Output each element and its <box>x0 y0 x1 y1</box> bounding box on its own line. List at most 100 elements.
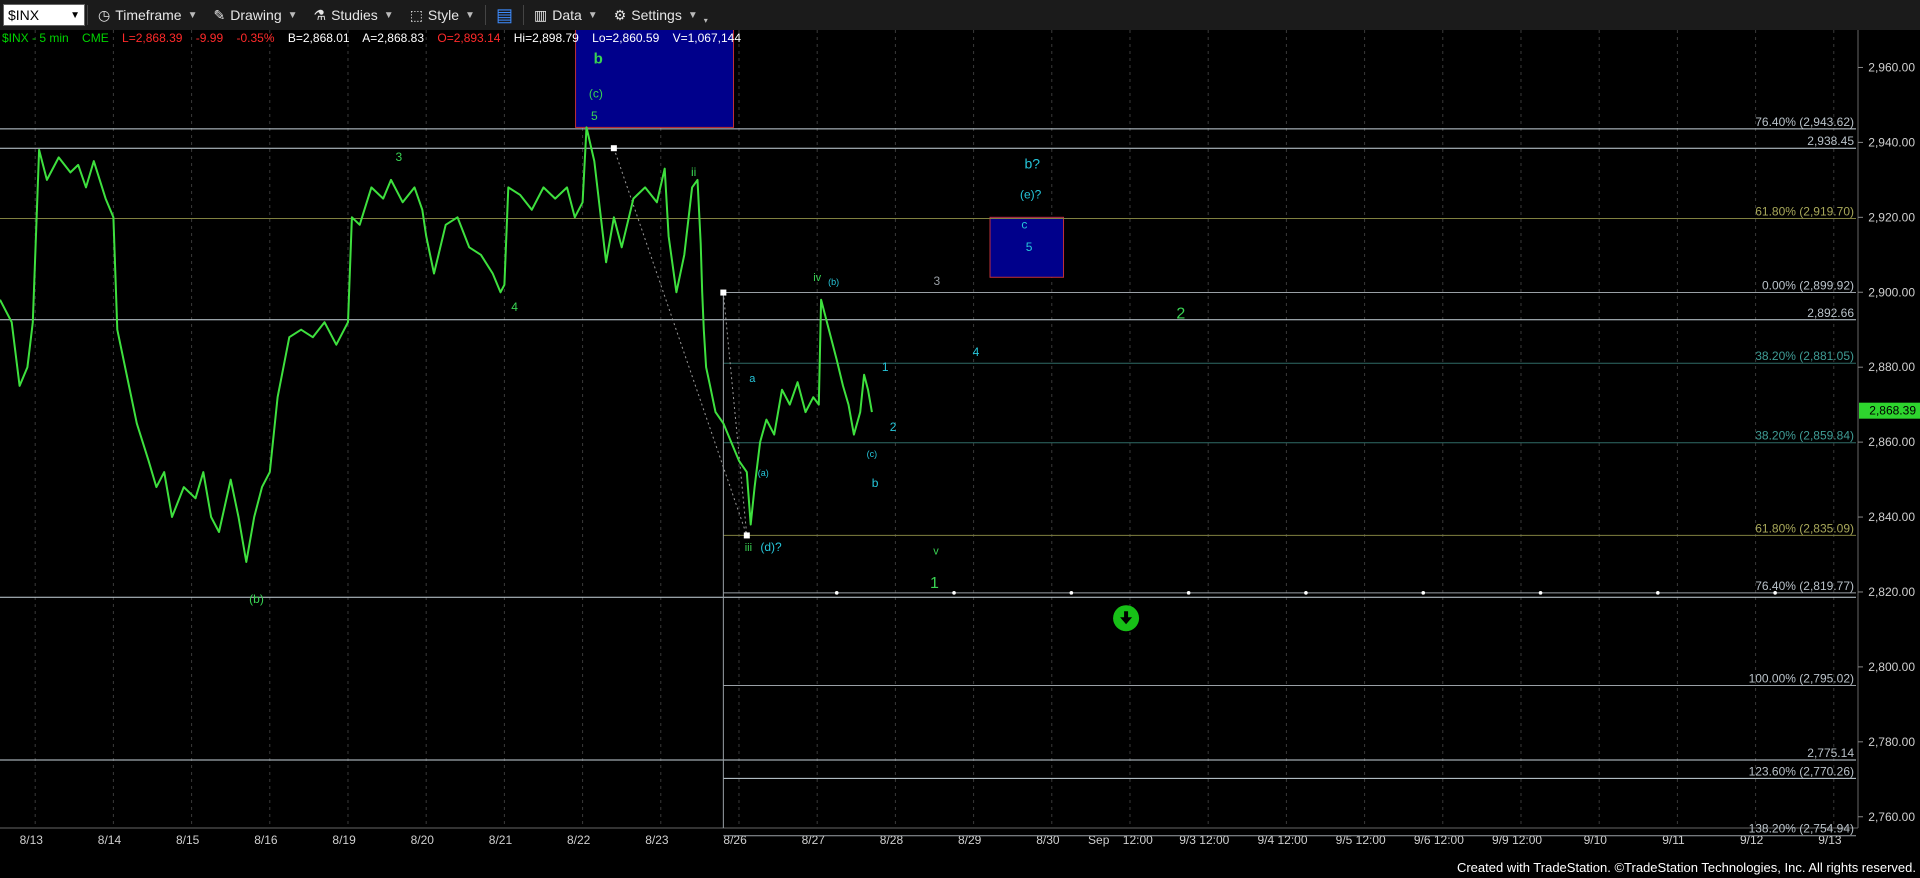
copyright-footer: Created with TradeStation. ©TradeStation… <box>1456 860 1916 875</box>
level-dot-marker <box>1069 591 1074 595</box>
level-label: 0.00% (2,899.92) <box>1762 279 1854 293</box>
level-label: 38.20% (2,859.84) <box>1755 429 1854 443</box>
data-button[interactable]: ▥ Data ▼ <box>526 0 606 30</box>
x-tick-label: 9/4 12:00 <box>1257 833 1307 847</box>
swing-point-marker <box>610 145 617 152</box>
wave-label: (e)? <box>1020 188 1042 202</box>
wave-label: 4 <box>973 345 980 359</box>
x-tick-label: 8/21 <box>489 833 513 847</box>
settings-button[interactable]: ⚙ Settings ▼ ▾ <box>606 0 716 30</box>
x-tick-label: 8/26 <box>723 833 747 847</box>
level-dot-marker <box>1538 591 1543 595</box>
x-tick-label: 8/20 <box>411 833 435 847</box>
level-dot-marker <box>1186 591 1191 595</box>
y-tick-label: 2,780.00 <box>1868 735 1915 749</box>
wave-label: 2 <box>890 420 897 434</box>
x-tick-label: 12:00 <box>1123 833 1153 847</box>
info-volume: V=1,067,144 <box>672 31 741 45</box>
caret-down-icon: ▼ <box>187 9 198 21</box>
caret-small-icon: ▾ <box>703 15 708 25</box>
pencil-icon: ✎ <box>213 6 226 23</box>
x-tick-label: 8/14 <box>98 833 122 847</box>
info-ask: A=2,868.83 <box>362 31 425 45</box>
level-label: 61.80% (2,919.70) <box>1755 204 1854 218</box>
y-tick-label: 2,760.00 <box>1868 810 1915 824</box>
wave-label: b? <box>1024 156 1040 172</box>
wave-label: 2 <box>1176 305 1185 322</box>
x-tick-label: 8/15 <box>176 833 200 847</box>
x-tick-label: 8/13 <box>20 833 44 847</box>
level-label: 2,775.14 <box>1807 746 1854 760</box>
toolbar: $INX ▼ ◷ Timeframe ▼ ✎ Drawing ▼ ⚗ Studi… <box>0 0 1920 31</box>
info-change-pct: -0.35% <box>236 31 275 45</box>
x-tick-label: 9/5 12:00 <box>1336 833 1386 847</box>
x-tick-label: 9/6 12:00 <box>1414 833 1464 847</box>
studies-button[interactable]: ⚗ Studies ▼ <box>306 0 402 30</box>
timeframe-button[interactable]: ◷ Timeframe ▼ <box>90 0 206 30</box>
style-button[interactable]: ⬚ Style ▼ <box>402 0 483 30</box>
y-tick-label: 2,820.00 <box>1868 585 1915 599</box>
x-tick-label: 8/22 <box>567 833 591 847</box>
y-tick-label: 2,860.00 <box>1868 435 1915 449</box>
x-tick-label: Sep <box>1088 833 1110 847</box>
caret-down-icon: ▼ <box>383 9 394 21</box>
level-label: 100.00% (2,795.02) <box>1749 672 1854 686</box>
flask-icon: ⚗ <box>313 6 327 23</box>
x-tick-label: 8/23 <box>645 833 669 847</box>
level-dot-marker <box>1656 591 1660 595</box>
x-tick-label: 8/27 <box>802 833 826 847</box>
wave-label: (a) <box>758 468 769 478</box>
level-label: 2,892.66 <box>1807 306 1854 320</box>
info-bid: B=2,868.01 <box>287 31 350 45</box>
wave-label: iii <box>745 542 752 554</box>
info-high: Hi=2,898.79 <box>513 31 579 45</box>
wave-label: (b) <box>828 277 839 287</box>
level-dot-marker <box>1304 591 1308 595</box>
layout-icon: ▤ <box>495 4 513 25</box>
style-label: Style <box>427 7 460 23</box>
swing-point-marker <box>720 289 727 296</box>
layout-button[interactable]: ▤ <box>488 0 521 30</box>
last-price-label: 2,868.39 <box>1869 404 1916 418</box>
level-label: 61.80% (2,835.09) <box>1755 521 1854 535</box>
x-tick-label: 8/16 <box>254 833 278 847</box>
symbol-info-bar: $INX - 5 min CME L=2,868.39 -9.99 -0.35%… <box>2 31 751 45</box>
x-tick-label: 8/19 <box>332 833 356 847</box>
info-last: L=2,868.39 <box>122 31 183 45</box>
wave-label: 3 <box>933 274 940 288</box>
caret-down-icon: ▼ <box>587 9 598 21</box>
level-label: 38.20% (2,881.05) <box>1755 349 1854 363</box>
price-chart[interactable]: 2,760.00 2,780.00 2,800.00 2,820.00 2,840.00… <box>0 30 1920 858</box>
y-tick-label: 2,840.00 <box>1868 510 1915 524</box>
y-tick-label: 2,880.00 <box>1868 360 1915 374</box>
level-label: 2,938.45 <box>1807 134 1854 148</box>
drawing-button[interactable]: ✎ Drawing ▼ <box>206 0 306 30</box>
wave-label: b <box>872 476 879 490</box>
swing-point-marker <box>743 532 750 539</box>
info-low: Lo=2,860.59 <box>592 31 660 45</box>
x-tick-label: 9/9 12:00 <box>1492 833 1542 847</box>
wave-label: 5 <box>1026 240 1033 254</box>
symbol-input[interactable]: $INX ▼ <box>3 4 85 26</box>
level-dot-marker <box>1773 591 1777 595</box>
level-dot-marker <box>1421 591 1426 595</box>
toolbar-divider <box>87 5 88 25</box>
studies-label: Studies <box>331 7 378 23</box>
style-icon: ⬚ <box>409 6 423 23</box>
wave-label: b <box>594 51 603 68</box>
y-tick-label: 2,940.00 <box>1868 135 1915 149</box>
caret-down-icon: ▼ <box>287 9 298 21</box>
wave-label: c <box>1021 218 1027 232</box>
wave-label: (d)? <box>760 540 782 554</box>
info-open: O=2,893.14 <box>437 31 501 45</box>
wave-label: 3 <box>395 150 402 164</box>
wave-label: 4 <box>511 300 518 314</box>
level-dot-marker <box>952 591 956 595</box>
level-dot-marker <box>834 591 839 595</box>
wave-label: 1 <box>930 575 939 592</box>
chevron-down-icon[interactable]: ▼ <box>70 10 80 21</box>
toolbar-divider <box>522 5 524 25</box>
level-label: 138.20% (2,754.94) <box>1749 822 1854 836</box>
wave-label: ii <box>691 165 696 179</box>
x-tick-label: 9/3 12:00 <box>1179 833 1229 847</box>
